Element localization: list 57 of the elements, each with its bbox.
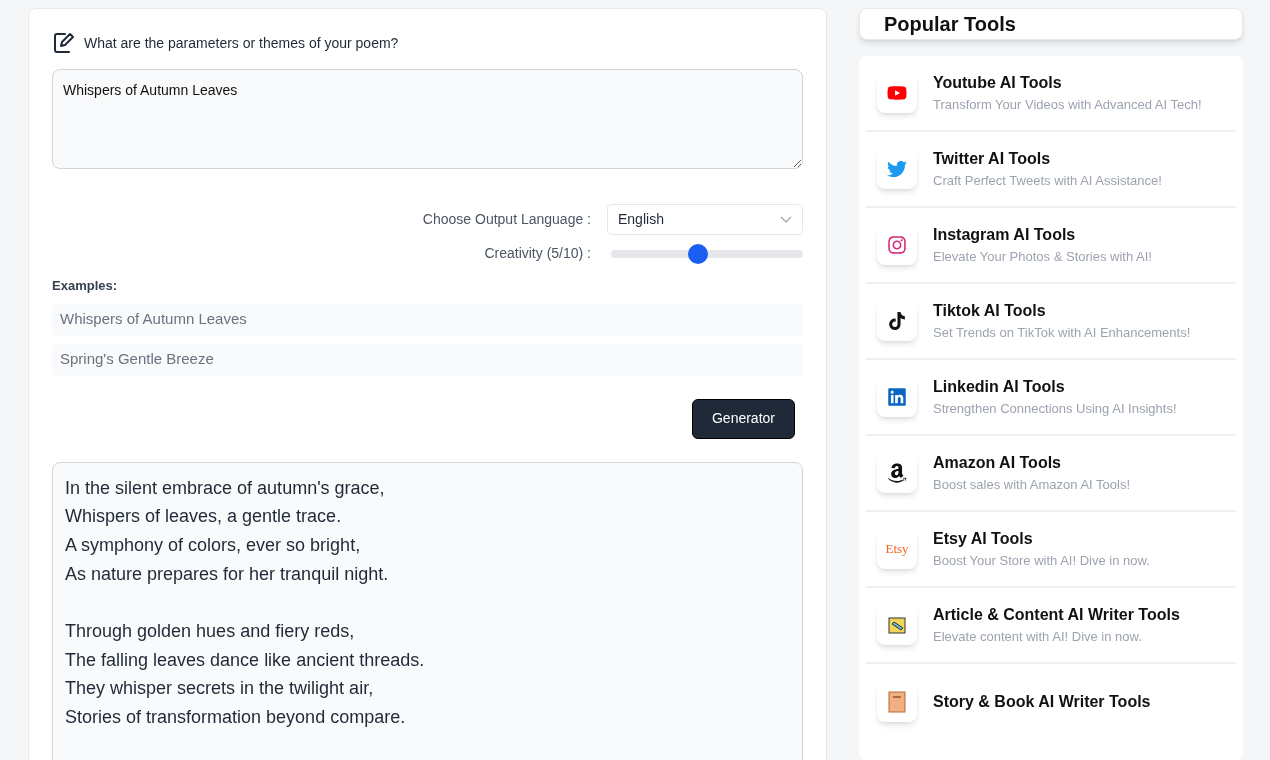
tool-description: Boost sales with Amazon AI Tools! [933, 476, 1131, 495]
book-icon [887, 691, 907, 713]
creativity-label: Creativity (5/10) : [484, 244, 591, 263]
camera-icon [887, 235, 907, 255]
tool-item[interactable]: Linkedin AI Tools Strengthen Connections Using AI Insights! [866, 360, 1236, 436]
example-item[interactable]: Spring's Gentle Breeze [52, 343, 803, 376]
tool-description: Transform Your Videos with Advanced AI Tech! [933, 96, 1202, 115]
creativity-slider[interactable] [611, 243, 803, 264]
tool-name: Tiktok AI Tools [933, 301, 1047, 322]
prompt-label: What are the parameters or themes of your poem? [84, 33, 399, 53]
tool-item[interactable]: Instagram AI Tools Elevate Your Photos & Stories with AI! [866, 208, 1236, 284]
tool-name: Youtube AI Tools [933, 73, 1063, 94]
tool-item[interactable]: Story & Book AI Writer Tools [866, 664, 1236, 740]
poem-line: A symphony of colors, ever so bright, [65, 533, 362, 557]
tool-item[interactable]: Twitter AI Tools Craft Perfect Tweets with AI Assistance! [866, 132, 1236, 208]
letters-icon [887, 387, 907, 407]
poem-line: The falling leaves dance like ancient threads. [65, 648, 426, 672]
poem-line: Whispers of leaves, a gentle trace. [65, 505, 343, 529]
poem-line: Stories of transformation beyond compare. [65, 706, 407, 730]
tool-description: Elevate content with AI! Dive in now. [933, 628, 1143, 647]
generate-button[interactable]: Generator [691, 398, 795, 439]
tool-item[interactable]: Etsy Etsy AI Tools Boost Your Store with AI! Dive in now. [866, 512, 1236, 588]
tool-item[interactable]: Article & Content AI Writer Tools Elevate content with AI! Dive in now. [866, 588, 1236, 664]
tool-description: Boost Your Store with AI! Dive in now. [933, 552, 1150, 571]
tool-item[interactable]: Youtube AI Tools Transform Your Videos with Advanced AI Tech! [866, 56, 1236, 132]
poem-line: They whisper secrets in the twilight air, [65, 677, 375, 701]
tool-description: Craft Perfect Tweets with AI Assistance! [933, 172, 1162, 191]
notepad-icon [887, 615, 907, 635]
poem-line: Through golden hues and fiery reds, [65, 620, 356, 643]
poem-line: As nature prepares for her tranquil night. [65, 562, 390, 586]
tool-name: Amazon AI Tools [933, 453, 1062, 474]
tool-name: Article & Content AI Writer Tools [933, 605, 1180, 626]
tool-description: Elevate Your Photos & Stories with AI! [933, 248, 1152, 267]
poem-line: In the silent embrace of autumn's grace, [65, 476, 386, 500]
language-label: Choose Output Language : [422, 210, 591, 229]
language-select[interactable]: English [607, 204, 803, 235]
tool-name: Instagram AI Tools [933, 225, 1077, 246]
theme-input[interactable]: Whispers of Autumn Leaves [52, 69, 803, 169]
tool-name: Story & Book AI Writer Tools [933, 692, 1151, 712]
tool-item[interactable]: Tiktok AI Tools Set Trends on TikTok with AI Enhancements! [866, 284, 1236, 360]
examples-title: Examples: [52, 277, 119, 295]
example-item[interactable]: Whispers of Autumn Leaves [52, 303, 803, 336]
tool-name: Twitter AI Tools [933, 149, 1052, 170]
tool-item[interactable]: Amazon AI Tools Boost sales with Amazon AI Tools! [866, 436, 1236, 512]
tool-name: Etsy AI Tools [933, 529, 1034, 550]
play-icon [887, 83, 907, 103]
bird-icon [887, 159, 907, 179]
tool-description: Set Trends on TikTok with AI Enhancements! [933, 324, 1191, 343]
chevron-down-icon [780, 215, 792, 224]
tool-description: Strengthen Connections Using AI Insights! [933, 400, 1177, 419]
letter-a-icon [886, 462, 908, 484]
popular-tools-title: Popular Tools [884, 12, 1016, 37]
tool-name: Linkedin AI Tools [933, 377, 1066, 398]
slider-thumb[interactable] [688, 243, 709, 264]
logo-text: Etsy [885, 540, 909, 559]
note-icon [888, 312, 906, 330]
edit-icon [52, 31, 76, 55]
